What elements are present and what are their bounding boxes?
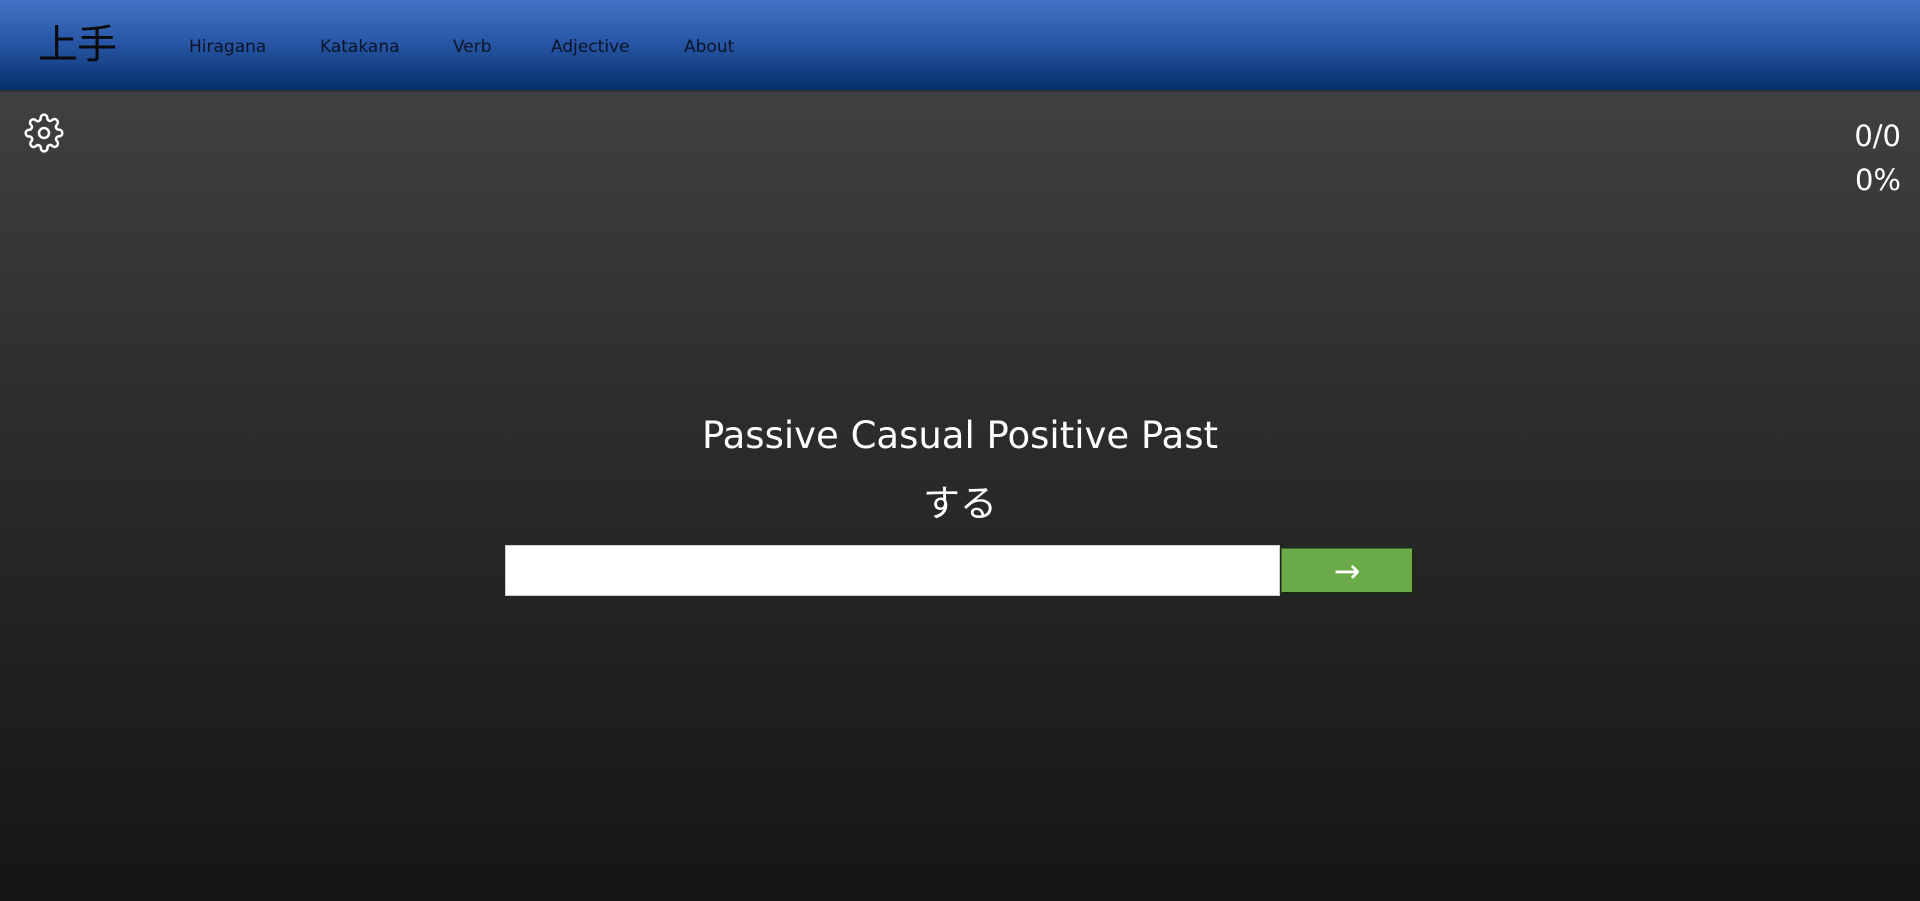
settings-button[interactable]	[24, 113, 64, 153]
nav-link-katakana[interactable]: Katakana	[320, 36, 400, 58]
score-count: 0/0	[1854, 119, 1901, 153]
navbar: 上手 Hiragana Katakana Verb Adjective Abou…	[0, 0, 1920, 90]
nav-link-verb[interactable]: Verb	[453, 36, 492, 58]
conjugation-prompt: Passive Casual Positive Past	[701, 414, 1219, 457]
gear-icon	[24, 113, 64, 153]
nav-link-adjective[interactable]: Adjective	[551, 36, 630, 58]
score-panel: 0/0 0%	[1854, 114, 1901, 202]
quiz-word: する	[923, 482, 997, 525]
nav-link-about[interactable]: About	[684, 36, 734, 58]
submit-answer-button[interactable]: →	[1281, 548, 1414, 594]
score-percent: 0%	[1854, 163, 1901, 197]
answer-input[interactable]	[505, 545, 1280, 596]
site-logo[interactable]: 上手	[38, 22, 117, 68]
nav-link-hiragana[interactable]: Hiragana	[189, 36, 266, 58]
